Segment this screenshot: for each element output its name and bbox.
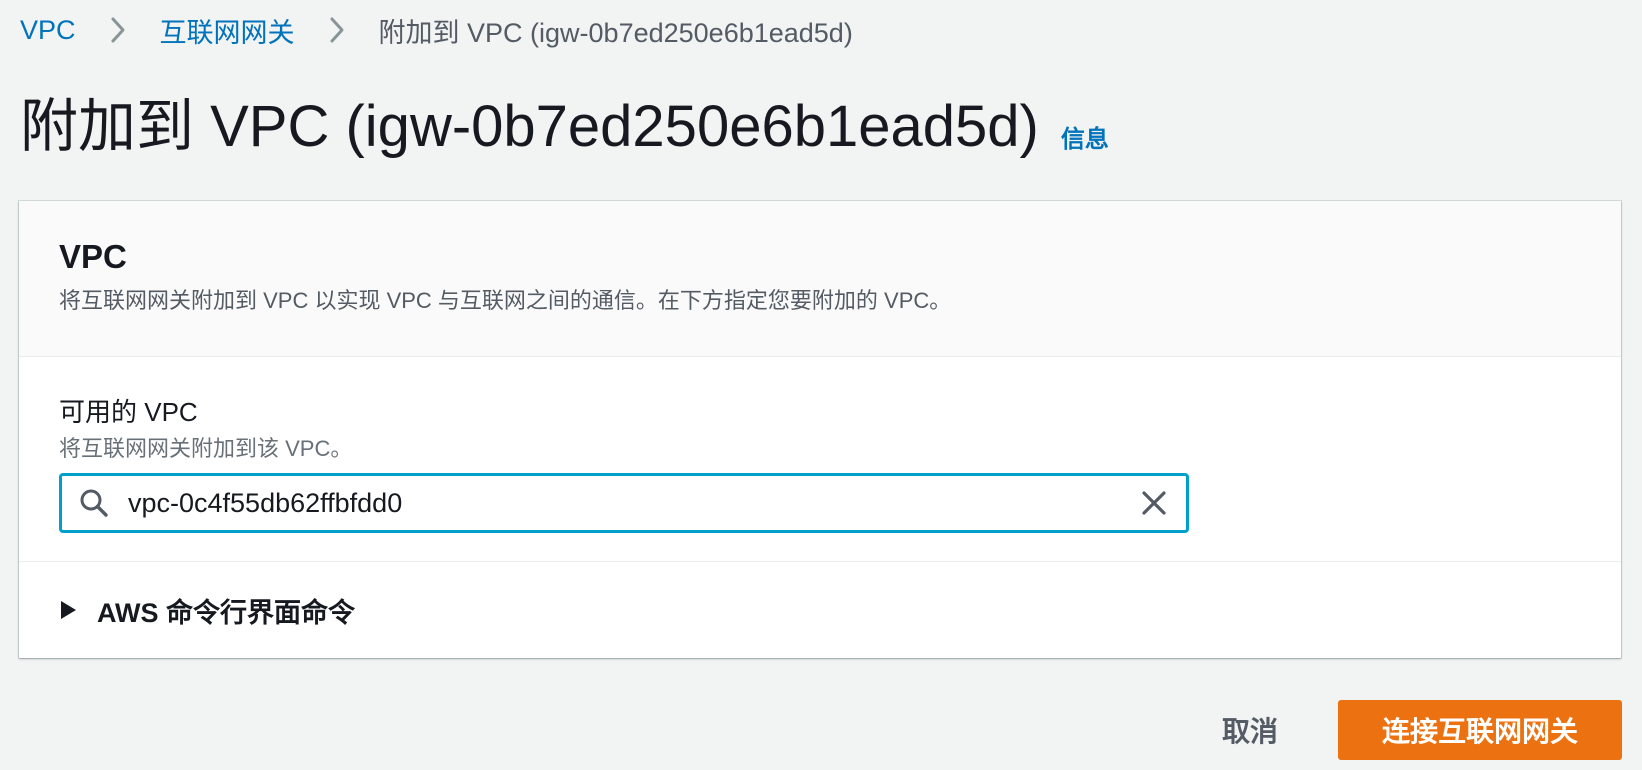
chevron-right-icon — [92, 10, 144, 50]
form-actions: 取消 连接互联网网关 — [1192, 700, 1622, 760]
aws-cli-expander[interactable]: AWS 命令行界面命令 — [19, 562, 1621, 658]
panel-body: 可用的 VPC 将互联网网关附加到该 VPC。 — [19, 357, 1621, 562]
available-vpc-description: 将互联网网关附加到该 VPC。 — [59, 436, 353, 461]
panel-description: 将互联网网关附加到 VPC 以实现 VPC 与互联网之间的通信。在下方指定您要附… — [59, 288, 952, 313]
cancel-button[interactable]: 取消 — [1192, 700, 1308, 760]
page-header: 附加到 VPC (igw-0b7ed250e6b1ead5d) 信息 — [20, 92, 1109, 162]
breadcrumb: VPC 互联网网关 附加到 VPC (igw-0b7ed250e6b1ead5d… — [20, 10, 853, 50]
aws-cli-expander-label: AWS 命令行界面命令 — [97, 597, 356, 628]
vpc-panel: VPC 将互联网网关附加到 VPC 以实现 VPC 与互联网之间的通信。在下方指… — [19, 201, 1621, 658]
vpc-search-box[interactable] — [59, 473, 1189, 533]
info-link[interactable]: 信息 — [1061, 119, 1109, 154]
breadcrumb-current: 附加到 VPC (igw-0b7ed250e6b1ead5d) — [378, 17, 853, 48]
panel-header: VPC 将互联网网关附加到 VPC 以实现 VPC 与互联网之间的通信。在下方指… — [19, 201, 1621, 357]
breadcrumb-link-vpc[interactable]: VPC — [20, 15, 76, 46]
caret-right-icon — [59, 600, 79, 620]
panel-title: VPC — [59, 238, 127, 275]
breadcrumb-link-internet-gateways[interactable]: 互联网网关 — [160, 11, 295, 50]
page-title: 附加到 VPC (igw-0b7ed250e6b1ead5d) — [20, 94, 1039, 159]
chevron-right-icon — [311, 10, 363, 50]
search-icon — [62, 476, 126, 530]
attach-internet-gateway-button[interactable]: 连接互联网网关 — [1338, 700, 1622, 760]
close-icon[interactable] — [1122, 476, 1186, 530]
available-vpc-label: 可用的 VPC — [59, 397, 198, 427]
vpc-search-input[interactable] — [126, 478, 1122, 528]
